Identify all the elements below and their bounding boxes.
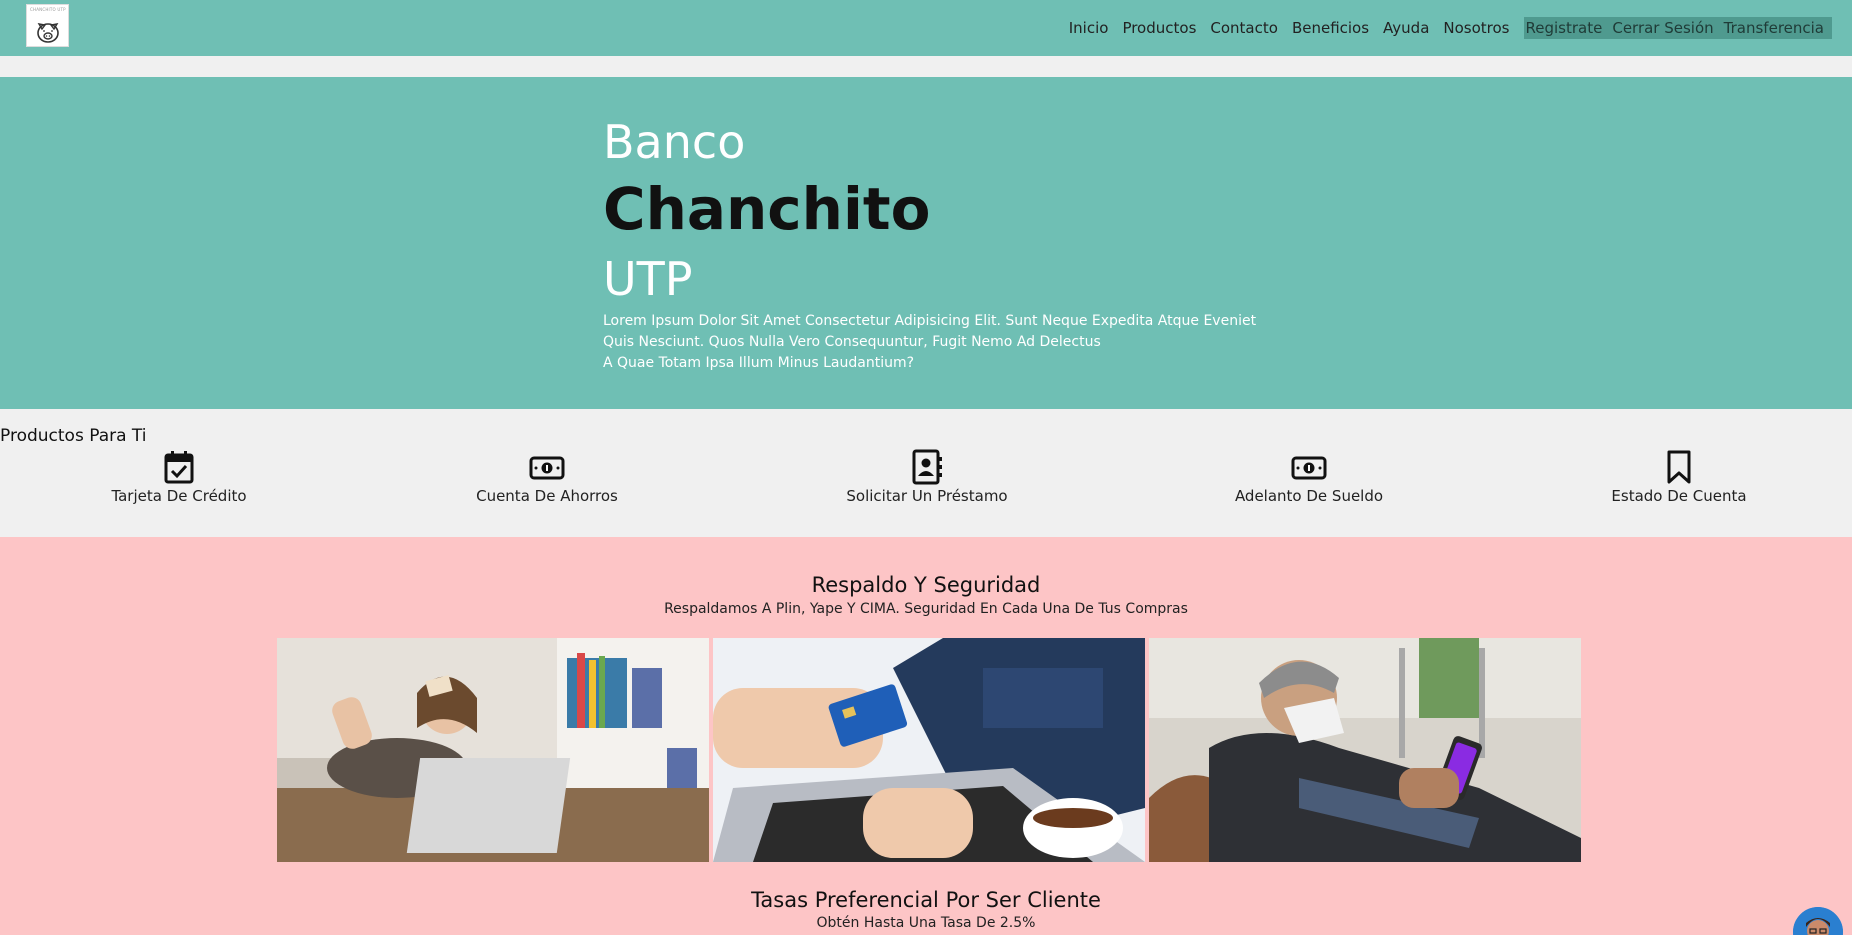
nav-ayuda[interactable]: Ayuda: [1383, 19, 1429, 37]
product-label: Adelanto De Sueldo: [1234, 487, 1384, 505]
tasa-subtitle: Obtén Hasta Una Tasa De 2.5%: [816, 915, 1036, 931]
top-navbar: CHANCHITO UTP Inicio Productos Contacto …: [0, 0, 1852, 56]
bookmark-icon: [1667, 450, 1691, 484]
nav-registrate[interactable]: Registrate: [1526, 19, 1603, 37]
logo-text: CHANCHITO UTP: [30, 7, 66, 12]
tasa-title: Tasas Preferencial Por Ser Cliente: [751, 888, 1101, 912]
hero-line-banco: Banco: [603, 115, 746, 169]
nav-nosotros[interactable]: Nosotros: [1443, 19, 1509, 37]
nav-transferencia[interactable]: Transferencia: [1724, 19, 1824, 37]
money-bill-icon: [529, 456, 565, 480]
header-divider: [0, 56, 1852, 77]
seguridad-section: Respaldo Y Seguridad Respaldamos A Plin,…: [0, 537, 1852, 935]
product-tarjeta-credito[interactable]: Tarjeta De Crédito: [59, 449, 299, 505]
product-estado-cuenta[interactable]: Estado De Cuenta: [1559, 449, 1799, 505]
calendar-check-icon: [164, 451, 194, 484]
product-solicitar-prestamo[interactable]: Solicitar Un Préstamo: [807, 449, 1047, 505]
hero-section: Banco Chanchito UTP Lorem Ipsum Dolor Si…: [0, 77, 1852, 409]
hero-text-line: Lorem Ipsum Dolor Sit Amet Consectetur A…: [603, 313, 1257, 329]
hero-line-chanchito: Chanchito: [603, 175, 931, 243]
nav-inicio[interactable]: Inicio: [1069, 19, 1109, 37]
nav-contacto[interactable]: Contacto: [1210, 19, 1278, 37]
seguridad-title: Respaldo Y Seguridad: [811, 573, 1041, 597]
nav-cerrar-sesion[interactable]: Cerrar Sesión: [1612, 19, 1713, 37]
hero-line-utp: UTP: [603, 252, 693, 306]
address-book-icon: [912, 449, 942, 485]
nav-account-group: Registrate Cerrar Sesión Transferencia: [1523, 17, 1832, 39]
photo-gallery: [277, 638, 1581, 862]
products-title: Productos Para Ti: [0, 426, 147, 446]
main-nav: Inicio Productos Contacto Beneficios Ayu…: [1069, 0, 1832, 56]
money-bill-icon: [1291, 456, 1327, 480]
product-label: Cuenta De Ahorros: [476, 487, 618, 505]
bank-logo[interactable]: CHANCHITO UTP: [26, 4, 69, 47]
hero-text-line: A Quae Totam Ipsa Illum Minus Laudantium…: [603, 355, 915, 371]
nav-productos[interactable]: Productos: [1122, 19, 1196, 37]
product-label: Tarjeta De Crédito: [111, 487, 247, 505]
pig-icon: [37, 23, 59, 43]
products-section: Productos Para Ti Tarjeta De Crédito Cue…: [0, 409, 1852, 537]
hands-laptop-card-photo: [713, 638, 1145, 862]
man-mask-phone-photo: [1149, 638, 1581, 862]
hero-text-line: Quis Nesciunt. Quos Nulla Vero Consequun…: [603, 334, 1101, 350]
nav-beneficios[interactable]: Beneficios: [1292, 19, 1369, 37]
product-adelanto-sueldo[interactable]: Adelanto De Sueldo: [1189, 449, 1429, 505]
product-cuenta-ahorros[interactable]: Cuenta De Ahorros: [427, 449, 667, 505]
hero-description: Lorem Ipsum Dolor Sit Amet Consectetur A…: [603, 311, 1303, 374]
woman-laptop-card-photo: [277, 638, 709, 862]
product-label: Estado De Cuenta: [1611, 487, 1747, 505]
seguridad-subtitle: Respaldamos A Plin, Yape Y CIMA. Segurid…: [664, 601, 1188, 617]
product-label: Solicitar Un Préstamo: [846, 487, 1008, 505]
